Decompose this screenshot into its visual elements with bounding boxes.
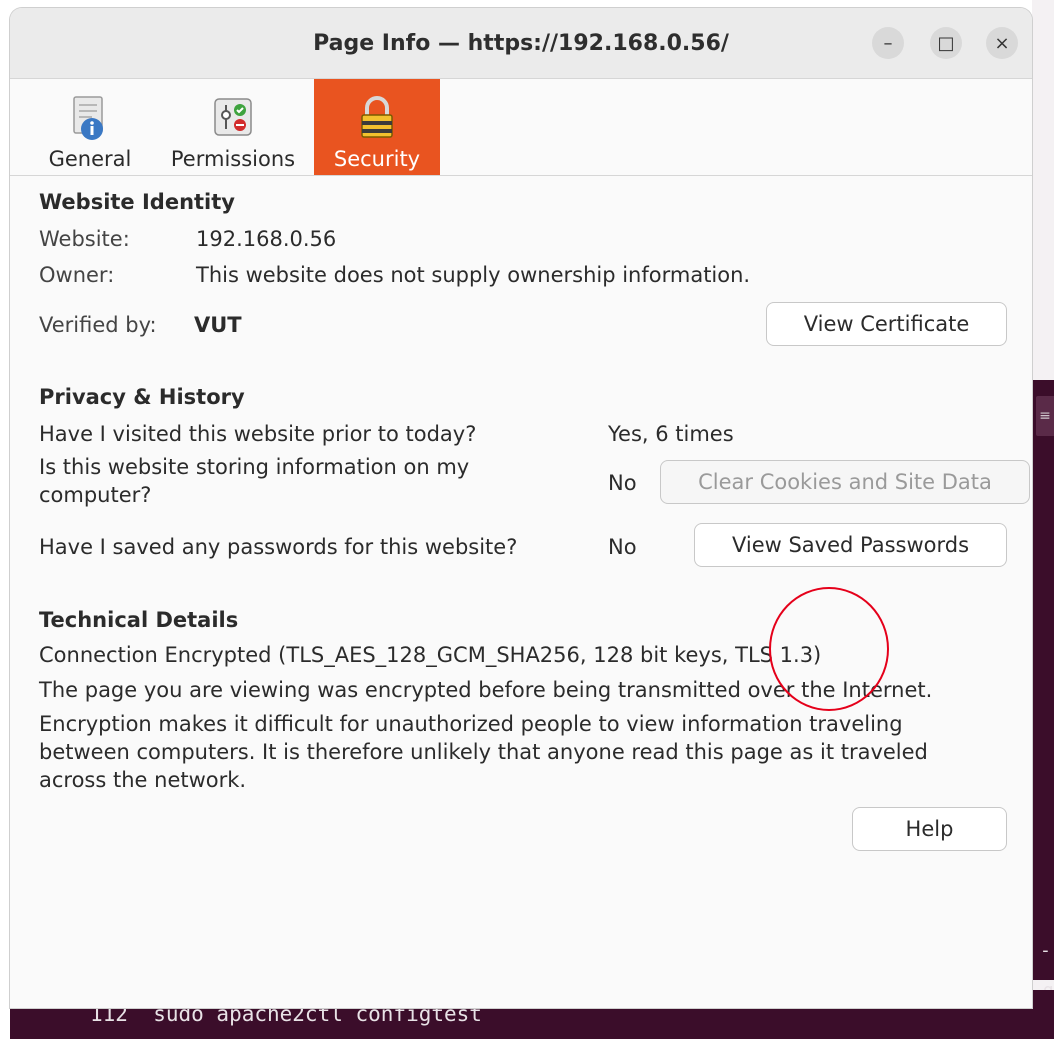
info-document-icon <box>68 95 112 140</box>
passwords-question: Have I saved any passwords for this webs… <box>39 535 518 559</box>
annotation-circle <box>769 587 889 711</box>
tab-toolbar: General Permissions Security <box>10 79 1032 176</box>
section-heading: Privacy & History <box>39 385 245 409</box>
storing-answer: No <box>608 471 637 495</box>
padlock-icon <box>355 95 399 139</box>
page-info-dialog: Page Info — https://192.168.0.56/ – □ × <box>10 8 1032 1008</box>
view-certificate-label: View Certificate <box>803 312 970 336</box>
view-saved-passwords-label: View Saved Passwords <box>731 533 970 557</box>
verified-by-value: VUT <box>194 313 242 337</box>
clear-cookies-label: Clear Cookies and Site Data <box>698 470 992 494</box>
tab-security-label: Security <box>333 147 421 171</box>
maximize-icon: □ <box>937 32 955 54</box>
storing-question-cont: computer? <box>39 483 152 507</box>
encryption-explanation: Encryption makes it difficult for unauth… <box>39 710 928 794</box>
storing-question: Is this website storing information on m… <box>39 455 470 479</box>
visited-answer: Yes, 6 times <box>608 422 734 446</box>
tab-security[interactable]: Security <box>314 79 440 175</box>
minimize-button[interactable]: – <box>872 27 904 59</box>
explanation-line: Encryption makes it difficult for unauth… <box>39 712 903 736</box>
dialog-title: Page Info — https://192.168.0.56/ <box>313 30 729 56</box>
website-label: Website: <box>39 227 130 251</box>
visited-question: Have I visited this website prior to tod… <box>39 422 477 446</box>
title-bar[interactable]: Page Info — https://192.168.0.56/ – □ × <box>10 8 1032 79</box>
terminal-fragment: - <box>1040 940 1051 961</box>
tab-permissions-label: Permissions <box>170 147 296 171</box>
permissions-icon <box>211 95 255 139</box>
section-heading: Technical Details <box>39 608 239 632</box>
verified-by-label: Verified by: <box>39 313 157 337</box>
minimize-icon: – <box>883 32 893 54</box>
tab-general-label: General <box>48 147 132 171</box>
help-label: Help <box>905 817 954 841</box>
terminal-menu-icon[interactable]: ≡ <box>1036 396 1054 436</box>
clear-cookies-button[interactable]: Clear Cookies and Site Data <box>660 460 1030 504</box>
explanation-line: between computers. It is therefore unlik… <box>39 740 928 764</box>
website-value: 192.168.0.56 <box>196 227 337 251</box>
tab-permissions[interactable]: Permissions <box>158 79 308 175</box>
maximize-button[interactable]: □ <box>930 27 962 59</box>
help-button[interactable]: Help <box>852 807 1007 851</box>
view-saved-passwords-button[interactable]: View Saved Passwords <box>694 523 1007 567</box>
close-button[interactable]: × <box>986 27 1018 59</box>
close-icon: × <box>994 32 1010 54</box>
explanation-line: across the network. <box>39 768 247 792</box>
section-heading: Website Identity <box>39 190 235 214</box>
owner-label: Owner: <box>39 263 115 287</box>
terminal-window-edge <box>1032 380 1054 980</box>
connection-details: Connection Encrypted (TLS_AES_128_GCM_SH… <box>39 643 822 667</box>
tab-general[interactable]: General <box>30 79 150 175</box>
owner-value: This website does not supply ownership i… <box>196 263 751 287</box>
view-certificate-button[interactable]: View Certificate <box>766 302 1007 346</box>
passwords-answer: No <box>608 535 637 559</box>
